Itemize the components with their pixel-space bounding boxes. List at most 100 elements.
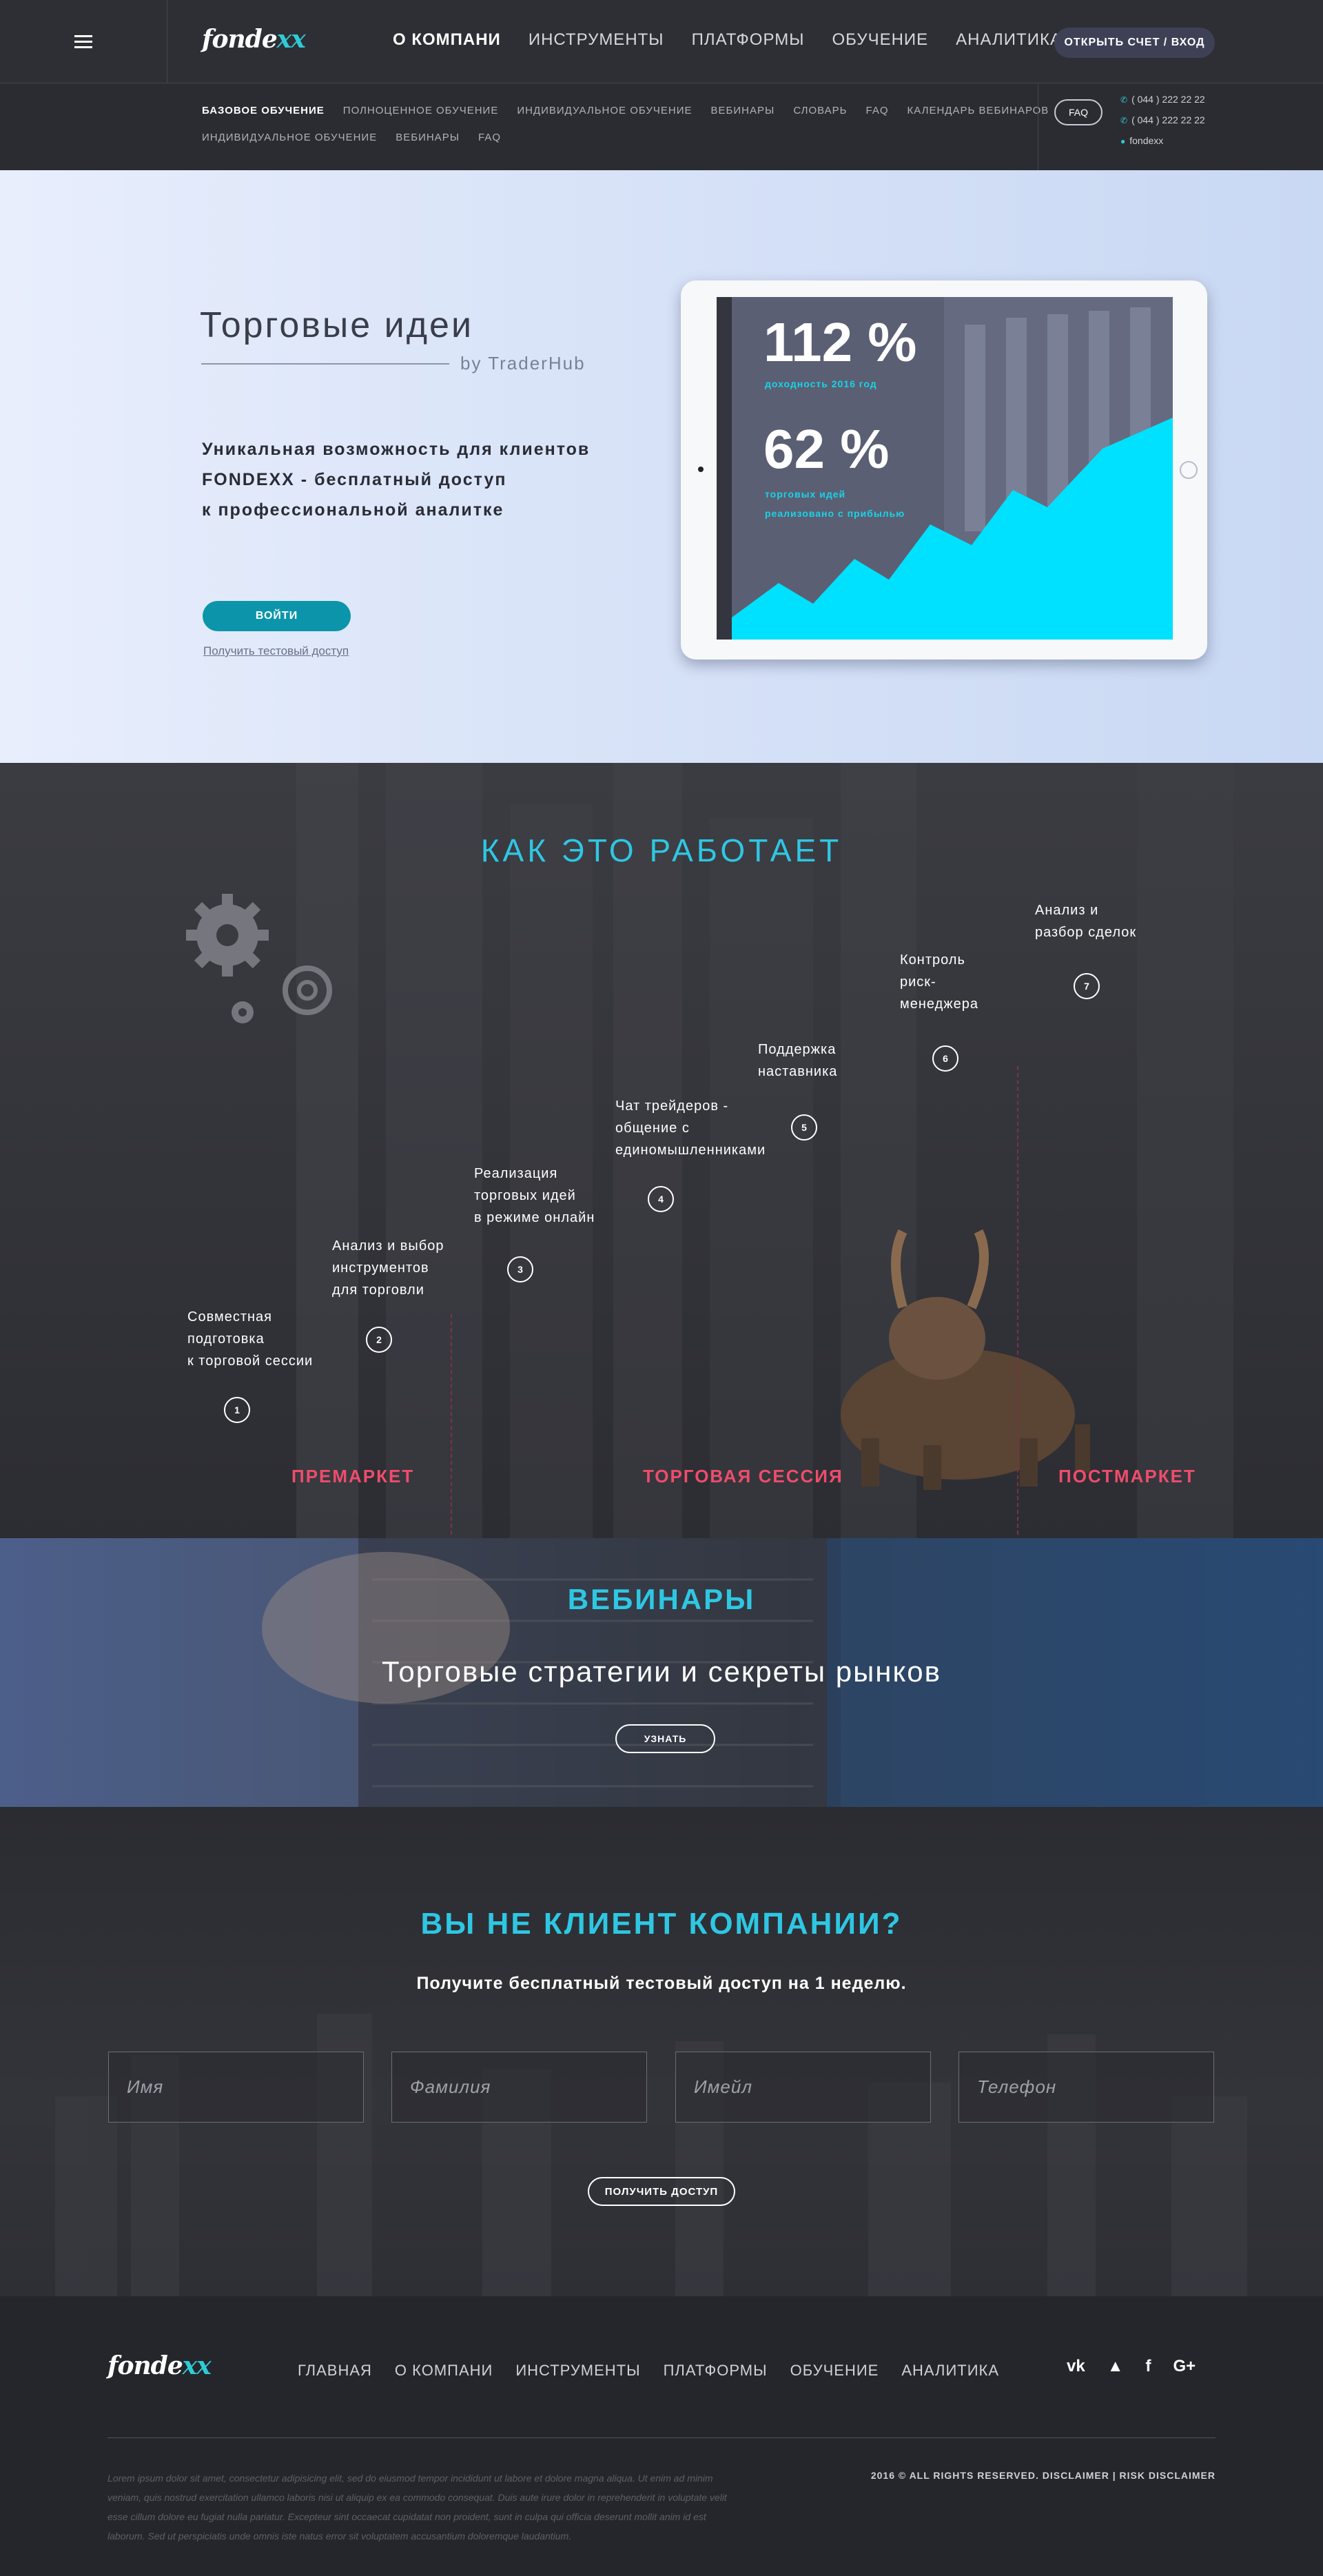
twitter-icon[interactable]: ▲ xyxy=(1107,2357,1124,2376)
nav-item-education[interactable]: ОБУЧЕНИЕ xyxy=(832,30,928,50)
phone-field[interactable]: Телефон xyxy=(958,2052,1214,2123)
trial-access-link[interactable]: Получить тестовый доступ xyxy=(203,644,349,658)
footer-nav-home[interactable]: ГЛАВНАЯ xyxy=(298,2362,372,2380)
step-label: Контроль риск-менеджера xyxy=(900,952,979,1012)
device-status-bar xyxy=(717,297,732,640)
logo[interactable]: fondexx xyxy=(202,25,306,54)
contacts: ✆( 044 ) 222 22 22 ✆( 044 ) 222 22 22 ● f… xyxy=(1120,94,1205,156)
step-label: Анализ и выбор инструментов для торговли xyxy=(332,1238,444,1298)
tablet-screen: 112 % доходность 2016 год 62 % торговых … xyxy=(717,297,1173,640)
footer-text: Lorem ipsum dolor sit amet, consectetur … xyxy=(107,2473,727,2542)
subnav-item-webinars[interactable]: ВЕБИНАРЫ xyxy=(711,105,775,116)
step-number: 5 xyxy=(791,1114,817,1141)
phone-icon: ✆ xyxy=(1120,116,1128,125)
logo[interactable]: fondexx xyxy=(107,2351,212,2380)
stat-caption-line: торговых идей xyxy=(765,489,846,500)
hamburger-icon xyxy=(74,34,92,50)
sub-nav: БАЗОВОЕ ОБУЧЕНИЕ ПОЛНОЦЕННОЕ ОБУЧЕНИЕ ИН… xyxy=(202,105,1048,159)
phase-postmarket: ПОСТМАРКЕТ xyxy=(1058,1466,1196,1486)
main-nav: О КОМПАНИ ИНСТРУМЕНТЫ ПЛАТФОРМЫ ОБУЧЕНИЕ… xyxy=(393,30,1062,50)
lead-form-section: ВЫ НЕ КЛИЕНТ КОМПАНИИ? Получите бесплатн… xyxy=(0,1807,1323,2296)
menu-button[interactable] xyxy=(0,0,167,83)
step-number: 1 xyxy=(224,1397,250,1423)
nav-item-company[interactable]: О КОМПАНИ xyxy=(393,30,501,50)
vk-icon[interactable]: vk xyxy=(1067,2357,1085,2376)
section-title: ВЕБИНАРЫ xyxy=(567,1583,756,1615)
top-header: fondexx О КОМПАНИ ИНСТРУМЕНТЫ ПЛАТФОРМЫ … xyxy=(0,0,1323,83)
first-name-field[interactable]: Имя xyxy=(108,2052,364,2123)
divider xyxy=(201,363,449,365)
login-button[interactable]: ВОЙТИ xyxy=(203,601,351,631)
email-field[interactable]: Имейл xyxy=(675,2052,931,2123)
footer-nav-company[interactable]: О КОМПАНИ xyxy=(395,2362,493,2380)
last-name-field[interactable]: Фамилия xyxy=(391,2052,647,2123)
footer-nav-instruments[interactable]: ИНСТРУМЕНТЫ xyxy=(515,2362,640,2380)
subnav-item-faq-2[interactable]: FAQ xyxy=(478,132,501,143)
home-button-icon xyxy=(1180,461,1198,479)
stat-value: 62 % xyxy=(763,418,890,480)
step-label: Реализация торговых идей в режиме онлайн xyxy=(474,1166,595,1225)
subnav-item-dictionary[interactable]: СЛОВАРЬ xyxy=(793,105,847,116)
hero-text-line: Уникальная возможность для клиентов xyxy=(202,440,591,459)
step-label: Анализ и разбор сделок xyxy=(1035,903,1137,940)
copyright[interactable]: 2016 © ALL RIGHTS RESERVED. DISCLAIMER |… xyxy=(870,2470,1216,2481)
hero-text-line: FONDEXX - бесплатный доступ xyxy=(202,470,507,489)
divider xyxy=(107,2437,1216,2438)
hero-text-line: к профессиональной аналитке xyxy=(202,500,504,520)
stat-caption: доходность 2016 год xyxy=(765,378,877,389)
subnav-item-individual-2[interactable]: ИНДИВИДУАЛЬНОЕ ОБУЧЕНИЕ xyxy=(202,132,377,143)
nav-item-analytics[interactable]: АНАЛИТИКА xyxy=(956,30,1062,50)
step-label: Поддержка наставника xyxy=(758,1042,838,1079)
skype-icon: ● xyxy=(1120,136,1126,146)
divider xyxy=(451,1314,452,1535)
phase-trading-session: ТОРГОВАЯ СЕССИЯ xyxy=(643,1466,843,1486)
hero-section: Торговые идеи by TraderHub Уникальная во… xyxy=(0,170,1323,763)
step-label: Чат трейдеров - общение с единомышленникам… xyxy=(615,1098,766,1158)
subnav-item-full[interactable]: ПОЛНОЦЕННОЕ ОБУЧЕНИЕ xyxy=(343,105,499,116)
section-subtitle: Торговые стратегии и секреты рынков xyxy=(382,1655,941,1688)
phone-1[interactable]: ✆( 044 ) 222 22 22 xyxy=(1120,94,1205,105)
subnav-item-calendar[interactable]: КАЛЕНДАРЬ ВЕБИНАРОВ xyxy=(907,105,1049,116)
step-label: Совместная подготовка к торговой сессии xyxy=(187,1309,314,1369)
footer-nav: ГЛАВНАЯ О КОМПАНИ ИНСТРУМЕНТЫ ПЛАТФОРМЫ … xyxy=(298,2362,999,2380)
open-account-button[interactable]: ОТКРЫТЬ СЧЕТ / ВХОД xyxy=(1054,28,1215,58)
camera-icon xyxy=(698,467,704,472)
section-title: КАК ЭТО РАБОТАЕТ xyxy=(480,832,843,868)
nav-item-platforms[interactable]: ПЛАТФОРМЫ xyxy=(692,30,805,50)
how-it-works-section: КАК ЭТО РАБОТАЕТ Совместная подготовка к т… xyxy=(0,763,1323,1538)
gear-icon xyxy=(232,1001,254,1023)
step-number: 7 xyxy=(1074,973,1100,999)
google-plus-icon[interactable]: G+ xyxy=(1173,2357,1196,2376)
stat-value: 112 % xyxy=(763,311,917,373)
webinars-section: ВЕБИНАРЫ Торговые стратегии и секреты ры… xyxy=(0,1538,1323,1807)
sub-header: БАЗОВОЕ ОБУЧЕНИЕ ПОЛНОЦЕННОЕ ОБУЧЕНИЕ ИН… xyxy=(0,84,1323,170)
phone-2[interactable]: ✆( 044 ) 222 22 22 xyxy=(1120,114,1205,125)
hero-title: Торговые идеи xyxy=(200,305,474,345)
footer: fondexx ГЛАВНАЯ О КОМПАНИ ИНСТРУМЕНТЫ ПЛ… xyxy=(0,2296,1323,2576)
subnav-item-webinars-2[interactable]: ВЕБИНАРЫ xyxy=(396,132,460,143)
phone-icon: ✆ xyxy=(1120,95,1128,105)
learn-more-button[interactable]: УЗНАТЬ xyxy=(615,1724,715,1753)
subnav-item-faq[interactable]: FAQ xyxy=(866,105,889,116)
faq-button[interactable]: FAQ xyxy=(1054,99,1102,125)
footer-nav-platforms[interactable]: ПЛАТФОРМЫ xyxy=(664,2362,768,2380)
section-title: ВЫ НЕ КЛИЕНТ КОМПАНИИ? xyxy=(420,1907,903,1941)
subnav-item-basic[interactable]: БАЗОВОЕ ОБУЧЕНИЕ xyxy=(202,105,325,116)
phase-premarket: ПРЕМАРКЕТ xyxy=(291,1466,415,1486)
hero-description: Уникальная возможность для клиентов FOND… xyxy=(202,434,590,525)
stat-caption: торговых идей реализовано с прибылью xyxy=(765,484,905,523)
hero-byline: by TraderHub xyxy=(460,353,586,374)
skype[interactable]: ● fondexx xyxy=(1120,135,1205,146)
subnav-item-individual[interactable]: ИНДИВИДУАЛЬНОЕ ОБУЧЕНИЕ xyxy=(517,105,692,116)
step-number: 6 xyxy=(932,1045,958,1072)
step-number: 3 xyxy=(507,1256,533,1282)
footer-nav-education[interactable]: ОБУЧЕНИЕ xyxy=(790,2362,879,2380)
nav-item-instruments[interactable]: ИНСТРУМЕНТЫ xyxy=(529,30,664,50)
tablet-mockup: 112 % доходность 2016 год 62 % торговых … xyxy=(681,280,1207,660)
get-access-button[interactable]: ПОЛУЧИТЬ ДОСТУП xyxy=(588,2177,735,2206)
social-links: vk ▲ f G+ xyxy=(1067,2357,1196,2376)
facebook-icon[interactable]: f xyxy=(1145,2357,1151,2376)
footer-nav-analytics[interactable]: АНАЛИТИКА xyxy=(901,2362,999,2380)
step-number: 4 xyxy=(648,1186,674,1212)
section-subtitle: Получите бесплатный тестовый доступ на 1… xyxy=(416,1974,907,1993)
